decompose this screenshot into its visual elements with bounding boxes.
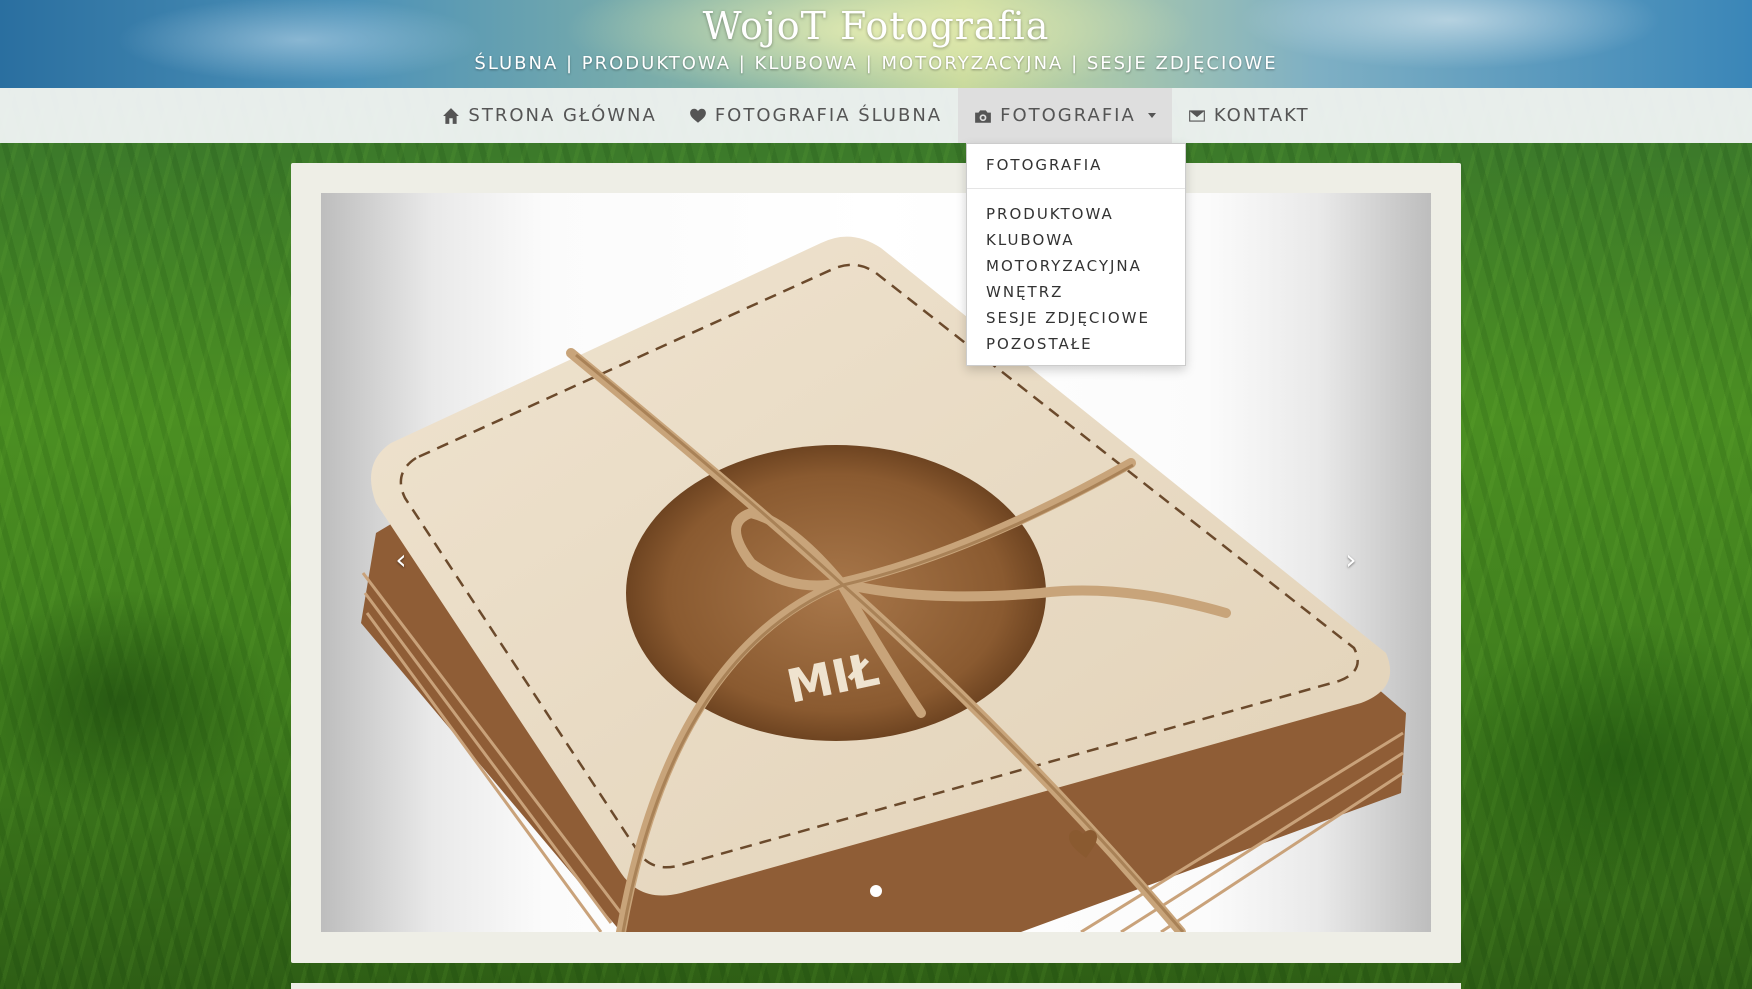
carousel-indicator[interactable] [870, 885, 882, 897]
dropdown-divider [967, 188, 1185, 189]
lower-content-panel [291, 983, 1461, 989]
nav-item-photography[interactable]: FOTOGRAFIA [958, 88, 1172, 143]
dropdown-item-sesje[interactable]: SESJE ZDJĘCIOWE [967, 305, 1185, 331]
dropdown-item-fotografia[interactable]: FOTOGRAFIA [967, 152, 1185, 178]
envelope-icon [1188, 109, 1205, 122]
nav-item-label: KONTAKT [1213, 105, 1310, 126]
nav-item-label: FOTOGRAFIA [1000, 105, 1136, 126]
main-navbar: STRONA GŁÓWNA FOTOGRAFIA ŚLUBNA FOTOGRAF… [0, 88, 1752, 143]
nav-item-label: STRONA GŁÓWNA [468, 105, 657, 126]
chevron-down-icon [1147, 113, 1156, 118]
heart-icon [689, 108, 706, 123]
site-subtitle: ŚLUBNA | PRODUKTOWA | KLUBOWA | MOTORYZA… [474, 53, 1278, 74]
dropdown-item-klubowa[interactable]: KLUBOWA [967, 227, 1185, 253]
dropdown-item-wnetrz[interactable]: WNĘTRZ [967, 279, 1185, 305]
nav-item-label: FOTOGRAFIA ŚLUBNA [714, 105, 943, 126]
carousel-panel: MIŁ ‹ › [291, 163, 1461, 963]
carousel-next-button[interactable]: › [1331, 543, 1371, 576]
header-banner: WojoT Fotografia ŚLUBNA | PRODUKTOWA | K… [0, 0, 1752, 88]
site-title[interactable]: WojoT Fotografia [0, 4, 1752, 48]
nav-item-home[interactable]: STRONA GŁÓWNA [426, 88, 672, 143]
carousel-prev-button[interactable]: ‹ [381, 543, 421, 576]
photography-dropdown-menu: FOTOGRAFIA PRODUKTOWA KLUBOWA MOTORYZACY… [966, 143, 1186, 366]
home-icon [443, 107, 460, 124]
carousel-slide: MIŁ ‹ › [321, 193, 1431, 932]
product-photo: MIŁ [361, 236, 1406, 932]
dropdown-item-motoryzacyjna[interactable]: MOTORYZACYJNA [967, 253, 1185, 279]
camera-icon [975, 109, 991, 123]
dropdown-item-pozostale[interactable]: POZOSTAŁE [967, 331, 1185, 357]
nav-item-contact[interactable]: KONTAKT [1172, 88, 1326, 143]
dropdown-item-produktowa[interactable]: PRODUKTOWA [967, 201, 1185, 227]
nav-item-wedding[interactable]: FOTOGRAFIA ŚLUBNA [673, 88, 958, 143]
